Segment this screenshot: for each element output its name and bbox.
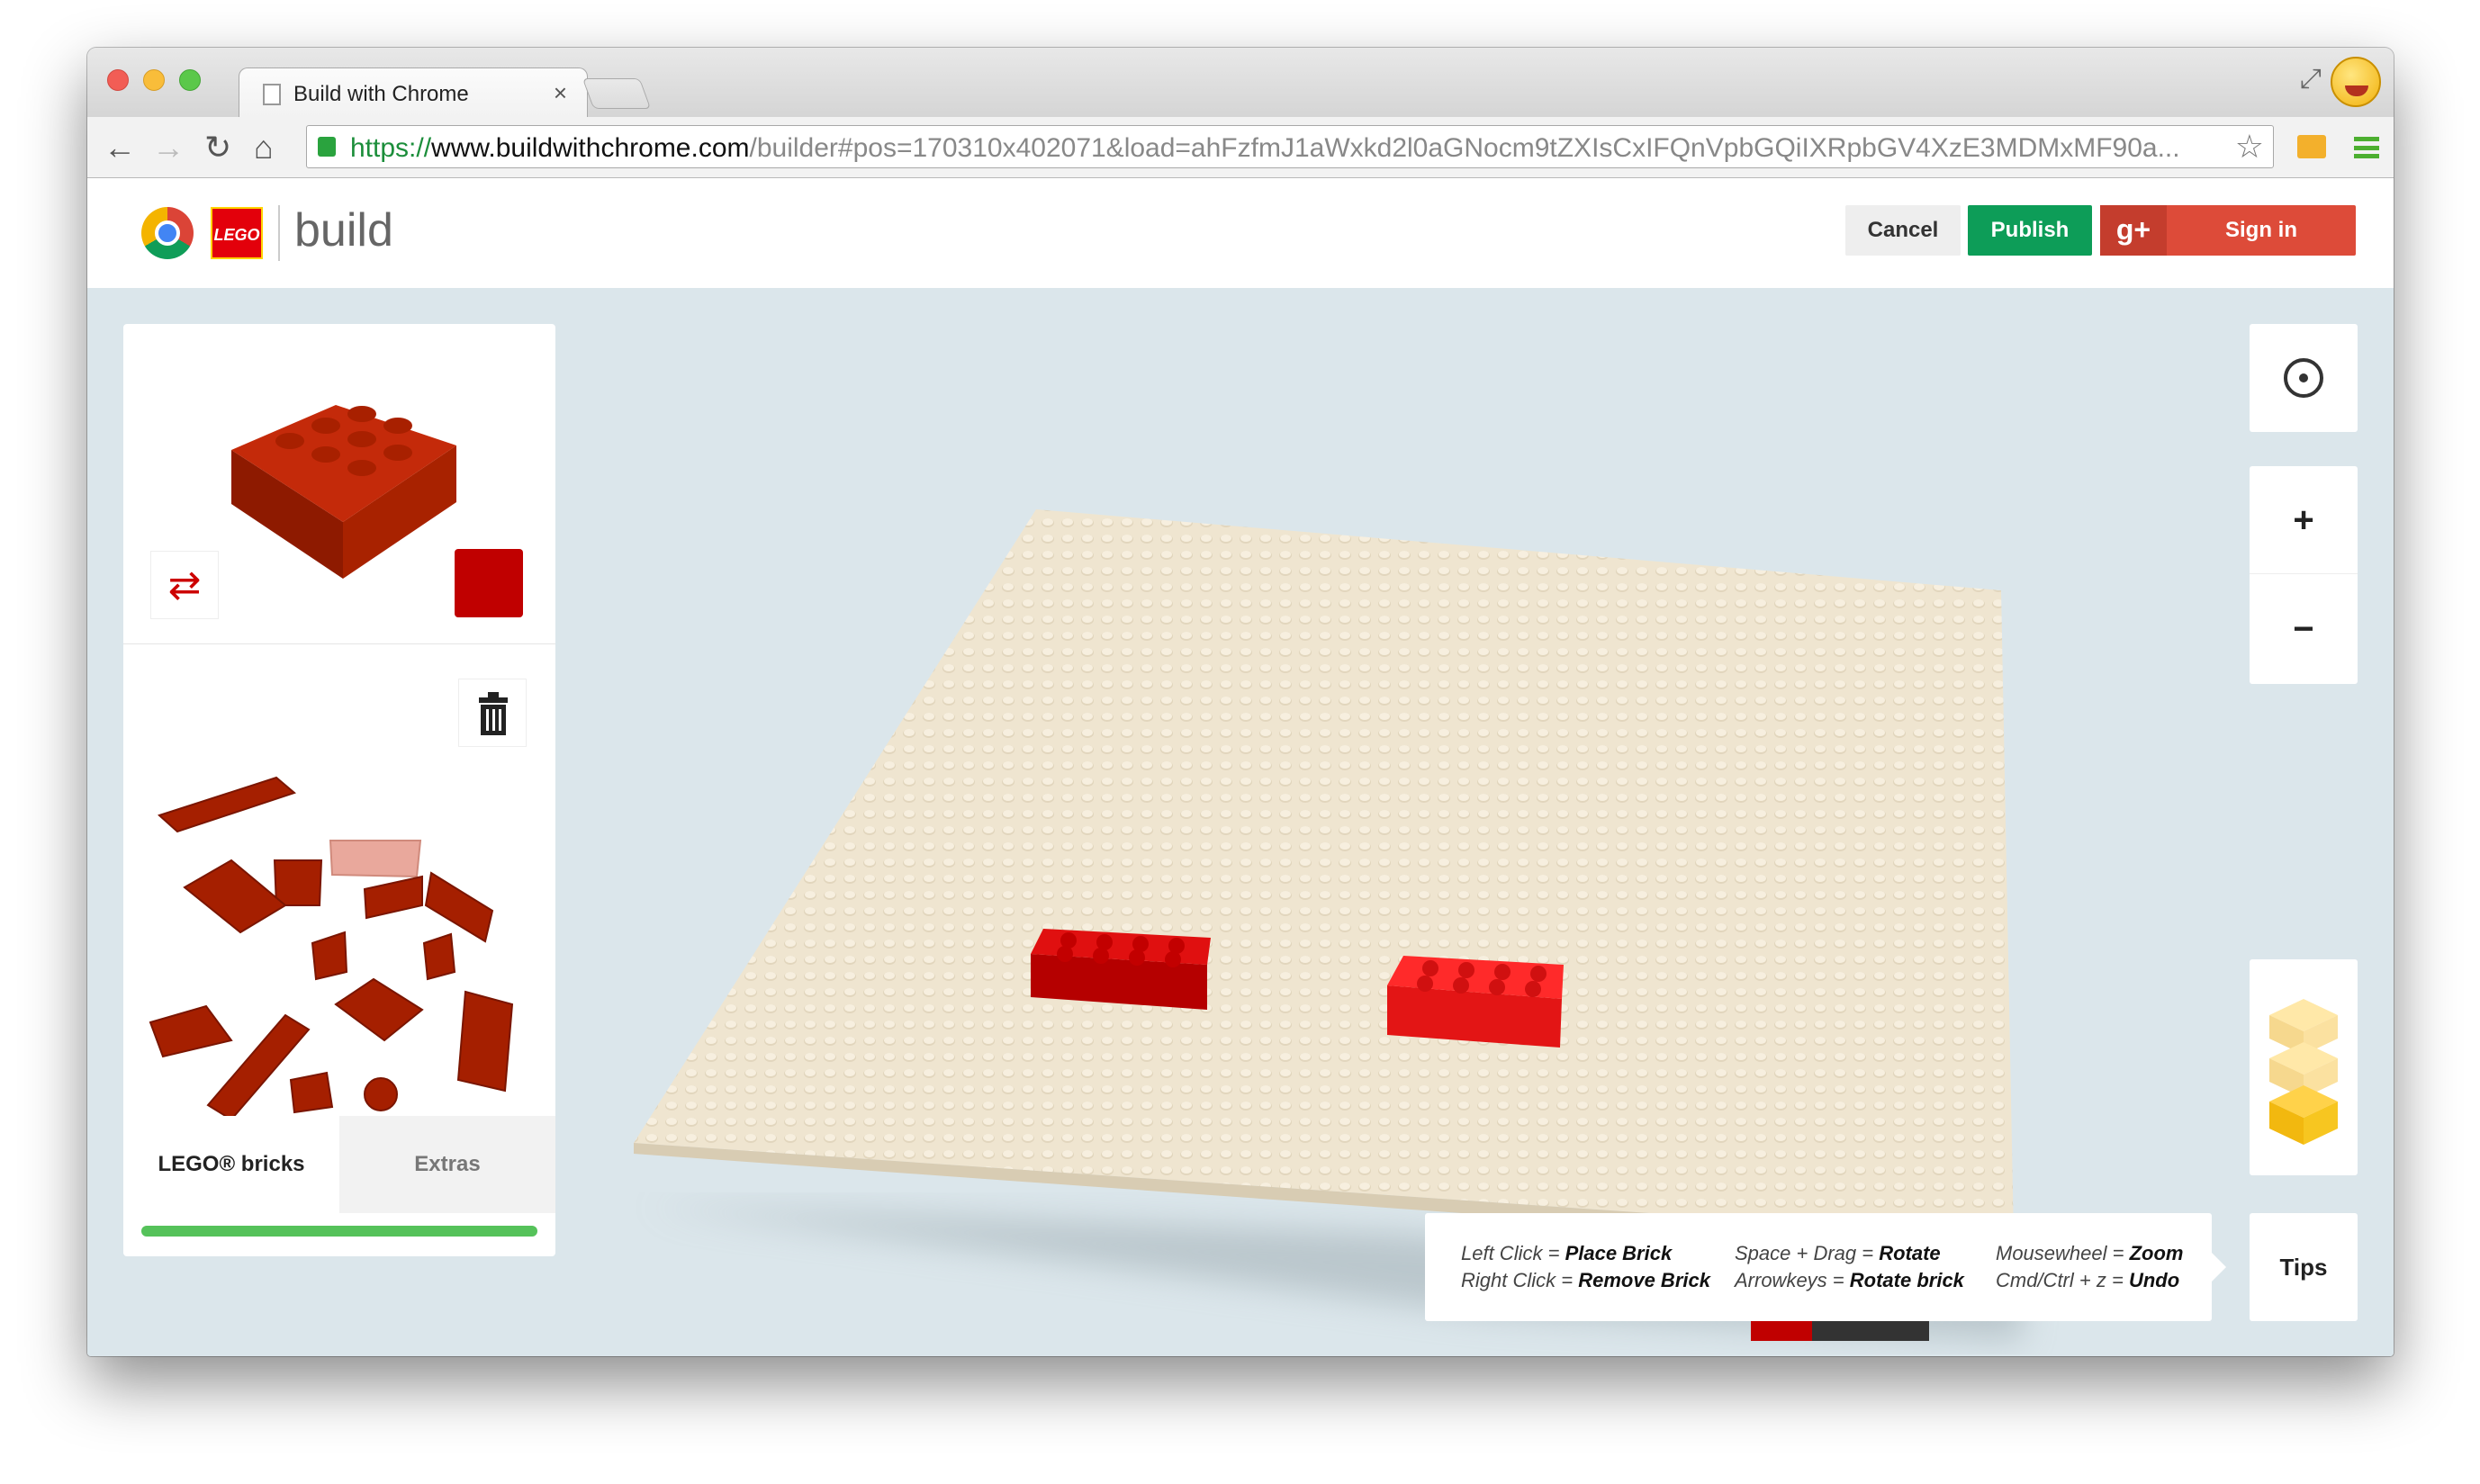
- header-divider: [278, 205, 280, 261]
- round-tile: [364, 1077, 398, 1111]
- zoom-controls: + −: [2250, 466, 2358, 684]
- brick-1x1-tall: [311, 931, 348, 981]
- center-view-button[interactable]: [2250, 324, 2358, 432]
- tab-lego-bricks[interactable]: LEGO® bricks: [123, 1116, 339, 1213]
- tips-button[interactable]: Tips: [2250, 1213, 2358, 1321]
- zoom-out-button[interactable]: −: [2250, 575, 2358, 683]
- brick-selected-ghost: [329, 840, 422, 878]
- tip-space-drag: Space + Drag = Rotate: [1735, 1242, 1941, 1264]
- rotate-brick-button[interactable]: ⇄: [150, 551, 219, 619]
- brick-1x8: [158, 776, 297, 833]
- signin-label: Sign in: [2225, 218, 2297, 242]
- brick-palette[interactable]: [123, 644, 555, 1121]
- tips-popup: Left Click = Place Brick Right Click = R…: [1425, 1213, 2226, 1321]
- url-host: www.buildwithchrome.com: [431, 133, 750, 163]
- round-brick: [422, 932, 456, 981]
- chrome-menu-icon[interactable]: [2354, 137, 2379, 158]
- slope-brick: [183, 859, 287, 934]
- brick-palette-svg: [149, 776, 514, 1121]
- chrome-logo: [141, 207, 194, 259]
- bookmark-star-icon[interactable]: ☆: [2235, 128, 2264, 166]
- wedge-plate: [149, 1004, 233, 1058]
- brick-2x2: [273, 859, 323, 906]
- brick-preview: ⇄: [123, 324, 555, 644]
- page-icon: [263, 84, 281, 105]
- tip-undo: Cmd/Ctrl + z = Undo: [1996, 1269, 2180, 1291]
- home-icon[interactable]: ⌂: [254, 129, 274, 166]
- lock-icon: [318, 137, 336, 157]
- lego-logo: LEGO: [211, 207, 263, 259]
- brick-2x2-flat: [334, 977, 424, 1042]
- back-icon[interactable]: ←: [104, 129, 136, 166]
- signin-button[interactable]: g+ Sign in: [2100, 205, 2356, 256]
- zoom-in-button[interactable]: +: [2250, 466, 2358, 574]
- url-text[interactable]: https://www.buildwithchrome.com/builder#…: [350, 133, 2205, 164]
- address-bar[interactable]: https://www.buildwithchrome.com/builder#…: [306, 125, 2274, 168]
- app-title: build: [294, 204, 393, 256]
- progress-fill: [141, 1226, 537, 1237]
- profile-avatar[interactable]: [2331, 57, 2381, 107]
- tab-title: Build with Chrome: [293, 82, 469, 106]
- browser-tab[interactable]: Build with Chrome ×: [239, 67, 588, 118]
- baseplate[interactable]: [634, 509, 2014, 1238]
- brick-panel: ⇄ LEGO® bricks Extras: [123, 324, 555, 1256]
- app-header: LEGO build Cancel Publish g+ Sign in: [87, 178, 2394, 288]
- color-picker-swatch[interactable]: [455, 549, 523, 617]
- tip-right-click: Right Click = Remove Brick: [1461, 1269, 1710, 1291]
- tip-left-click: Left Click = Place Brick: [1461, 1242, 1673, 1264]
- reload-icon[interactable]: ↻: [204, 129, 231, 166]
- url-scheme: https://: [350, 133, 432, 163]
- google-plus-icon: g+: [2100, 205, 2167, 256]
- cancel-button[interactable]: Cancel: [1845, 205, 1961, 256]
- tab-extras[interactable]: Extras: [339, 1116, 555, 1213]
- url-path: /builder#pos=170310x402071&load=ahFzfmJ1…: [749, 133, 2180, 163]
- brick-tabs: LEGO® bricks Extras: [123, 1116, 555, 1213]
- title-bar: Build with Chrome × ⤢: [87, 48, 2394, 118]
- tip-mousewheel: Mousewheel = Zoom: [1996, 1242, 2184, 1264]
- layer-view-button[interactable]: [2250, 959, 2358, 1175]
- new-tab-button[interactable]: [582, 78, 652, 109]
- fullscreen-icon[interactable]: ⤢: [2300, 64, 2322, 94]
- build-canvas[interactable]: ⇄ LEGO® bricks Extras + − Left Click = P…: [87, 288, 2394, 1356]
- red-brick-2[interactable]: [1387, 956, 1564, 1048]
- minimize-window-button[interactable]: [143, 69, 165, 91]
- tile-1x1: [289, 1071, 334, 1114]
- maximize-window-button[interactable]: [179, 69, 201, 91]
- close-window-button[interactable]: [107, 69, 129, 91]
- tip-arrowkeys: Arrowkeys = Rotate brick: [1735, 1269, 1964, 1291]
- loading-progress-bar: [141, 1226, 537, 1237]
- red-brick-1[interactable]: [1031, 929, 1211, 1010]
- brick-1x4: [424, 871, 494, 943]
- publish-button[interactable]: Publish: [1968, 205, 2092, 256]
- extension-icon[interactable]: [2297, 135, 2326, 158]
- target-dot: [2299, 373, 2308, 382]
- brick-stack-icon: [2269, 999, 2338, 1145]
- brick-2x4-tall: [456, 990, 514, 1093]
- tab-close-icon[interactable]: ×: [554, 79, 567, 107]
- brick-1x2: [363, 875, 423, 920]
- browser-toolbar: ← → ↻ ⌂ https://www.buildwithchrome.com/…: [87, 117, 2394, 178]
- forward-icon[interactable]: →: [152, 129, 185, 166]
- browser-window: Build with Chrome × ⤢ ← → ↻ ⌂ https://ww…: [87, 48, 2394, 1356]
